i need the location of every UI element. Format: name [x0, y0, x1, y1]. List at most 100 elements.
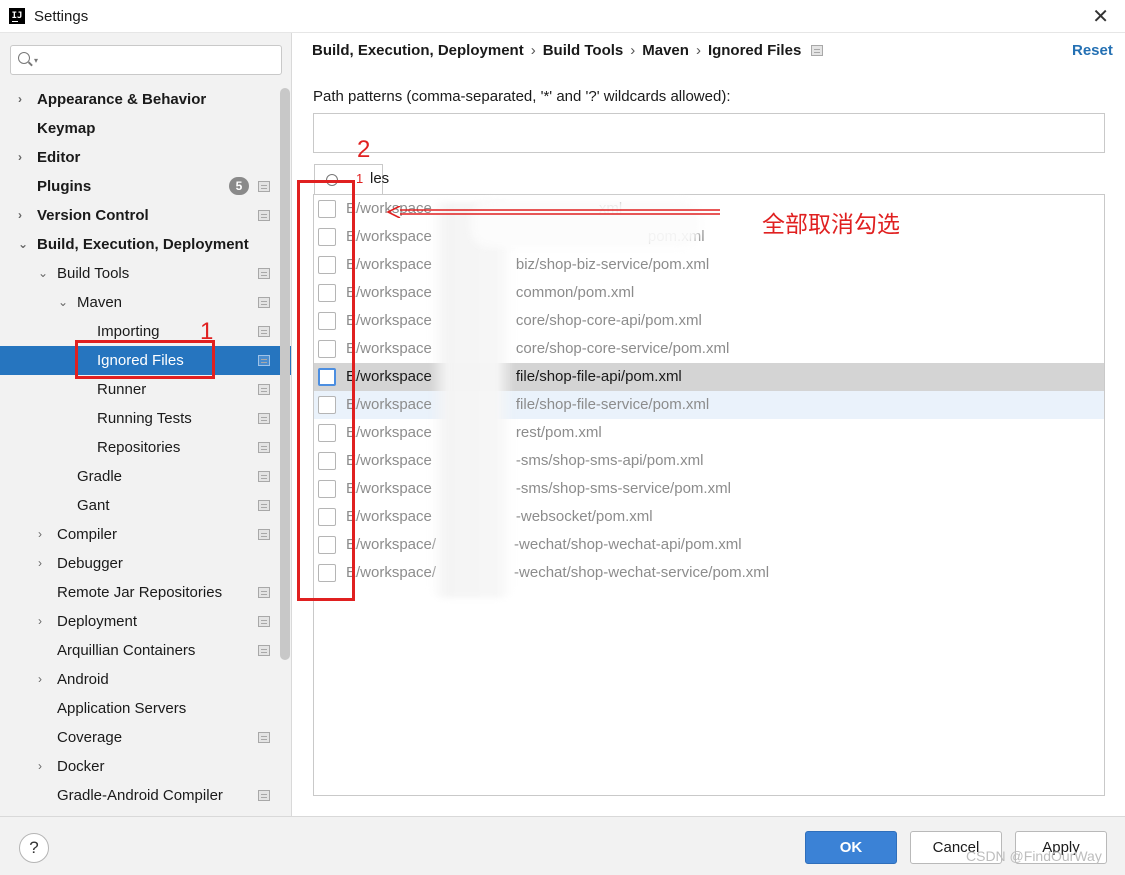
file-path-prefix: E/workspace	[346, 396, 432, 413]
sidebar-item[interactable]: Running Tests	[0, 404, 291, 433]
sidebar-item[interactable]: › Appearance & Behavior	[0, 85, 291, 114]
chevron-right-icon[interactable]: ›	[18, 201, 22, 230]
sidebar-item-label: Gradle	[77, 468, 123, 485]
file-path: E/workspace core/shop-core-api/pom.xml	[346, 307, 702, 335]
chevron-right-icon[interactable]: ›	[18, 143, 22, 172]
sidebar-item[interactable]: › Version Control	[0, 201, 291, 230]
file-path-suffix: rest/pom.xml	[515, 424, 602, 441]
sidebar-item-label: Build, Execution, Deployment	[37, 236, 249, 253]
chevron-right-icon[interactable]: ›	[38, 665, 42, 694]
chevron-down-icon: ▾	[34, 56, 39, 65]
chevron-right-icon[interactable]: ›	[38, 752, 42, 781]
breadcrumb-item: Maven	[642, 42, 689, 59]
chevron-down-icon[interactable]: ⌄	[38, 259, 48, 288]
project-settings-icon	[258, 210, 270, 221]
annotation-note: 全部取消勾选	[762, 212, 900, 238]
chevron-right-icon[interactable]: ›	[18, 85, 22, 114]
project-settings-icon	[258, 529, 270, 540]
file-path-prefix: E/workspace	[346, 340, 432, 357]
sidebar-item[interactable]: Repositories	[0, 433, 291, 462]
sidebar-item[interactable]: Gradle	[0, 462, 291, 491]
sidebar-item-label: Remote Jar Repositories	[57, 584, 223, 601]
chevron-right-icon[interactable]: ›	[38, 520, 42, 549]
sidebar-item-label: Plugins	[37, 178, 92, 195]
sidebar-item[interactable]: Coverage	[0, 723, 291, 752]
annotation-number-1: 1	[200, 318, 214, 345]
sidebar-item-label: Compiler	[57, 526, 118, 543]
sidebar-item[interactable]: Application Servers	[0, 694, 291, 723]
sidebar-item-label: Keymap	[37, 120, 96, 137]
annotation-small-number: 1	[356, 171, 364, 186]
file-path: E/workspace/ -wechat/shop-wechat-service/…	[346, 559, 769, 587]
reset-link[interactable]: Reset	[1072, 42, 1113, 59]
chevron-down-icon[interactable]: ⌄	[18, 230, 28, 259]
file-path-prefix: E/workspace	[346, 452, 432, 469]
breadcrumb-separator: ›	[695, 42, 701, 59]
file-path-prefix: E/workspace	[346, 368, 432, 385]
sidebar-item[interactable]: › Editor	[0, 143, 291, 172]
search-icon	[18, 52, 30, 64]
sidebar-item[interactable]: Runner	[0, 375, 291, 404]
sidebar-item[interactable]: ⌄ Build, Execution, Deployment	[0, 230, 291, 259]
breadcrumb-item: Build Tools	[542, 42, 624, 59]
file-path-suffix: -websocket/pom.xml	[515, 508, 653, 525]
file-path-prefix: E/workspace	[346, 480, 432, 497]
annotation-arrow	[386, 206, 720, 218]
sidebar-item-label: Debugger	[57, 555, 123, 572]
sidebar-item-label: Gant	[77, 497, 110, 514]
file-path-prefix: E/workspace	[346, 424, 432, 441]
sidebar-item-label: Deployment	[57, 613, 138, 630]
chevron-down-icon[interactable]: ⌄	[58, 288, 68, 317]
sidebar-item-label: Appearance & Behavior	[37, 91, 207, 108]
file-path-prefix: E/workspace	[346, 284, 432, 301]
file-path-suffix: -wechat/shop-wechat-service/pom.xml	[514, 564, 770, 581]
chevron-right-icon[interactable]: ›	[38, 549, 42, 578]
annotation-number-2: 2	[357, 136, 371, 163]
sidebar-item[interactable]: ⌄ Maven	[0, 288, 291, 317]
sidebar-item-label: Docker	[57, 758, 105, 775]
sidebar-item[interactable]: Arquillian Containers	[0, 636, 291, 665]
path-patterns-input[interactable]	[313, 113, 1105, 153]
chevron-right-icon[interactable]: ›	[38, 607, 42, 636]
sidebar-item-label: Application Servers	[57, 700, 187, 717]
settings-search-input[interactable]: ▾	[10, 45, 282, 75]
sidebar-item-label: Version Control	[37, 207, 149, 224]
close-icon[interactable]: ✕	[1092, 4, 1109, 29]
watermark: CSDN @FindOurWay	[966, 848, 1102, 864]
breadcrumb-item: Ignored Files	[707, 42, 802, 59]
project-settings-icon	[258, 732, 270, 743]
sidebar-item[interactable]: › Compiler	[0, 520, 291, 549]
file-path: E/workspace biz/shop-biz-service/pom.xml	[346, 251, 709, 279]
sidebar-item[interactable]: Remote Jar Repositories	[0, 578, 291, 607]
sidebar-item[interactable]: › Debugger	[0, 549, 291, 578]
update-count-badge: 5	[229, 177, 249, 195]
sidebar-item-label: Runner	[97, 381, 147, 398]
file-path: E/workspace/ -wechat/shop-wechat-api/pom.…	[346, 531, 742, 559]
sidebar-item-label: Coverage	[57, 729, 123, 746]
sidebar-item[interactable]: Keymap	[0, 114, 291, 143]
sidebar-scrollbar[interactable]	[280, 88, 290, 660]
breadcrumb-separator: ›	[530, 42, 536, 59]
sidebar-item-label: Maven	[77, 294, 123, 311]
file-path-prefix: E/workspace	[346, 228, 432, 245]
file-path: E/workspace core/shop-core-service/pom.xm…	[346, 335, 729, 363]
sidebar-item[interactable]: › Android	[0, 665, 291, 694]
sidebar-item[interactable]: Gradle-Android Compiler	[0, 781, 291, 810]
title-bar: IJ Settings ✕	[0, 0, 1125, 33]
file-path-suffix: core/shop-core-service/pom.xml	[515, 340, 730, 357]
sidebar-item[interactable]: Gant	[0, 491, 291, 520]
sidebar-item[interactable]: Plugins 5	[0, 172, 291, 201]
file-path-suffix: core/shop-core-api/pom.xml	[515, 312, 702, 329]
file-path: E/workspace -sms/shop-sms-service/pom.xml	[346, 475, 731, 503]
help-button[interactable]: ?	[19, 833, 49, 863]
sidebar-item[interactable]: › Deployment	[0, 607, 291, 636]
ok-button[interactable]: OK	[805, 831, 897, 864]
file-path: E/workspace file/shop-file-service/pom.xm…	[346, 391, 709, 419]
sidebar-item-label: Arquillian Containers	[57, 642, 196, 659]
project-settings-icon	[258, 297, 270, 308]
sidebar-item[interactable]: › Docker	[0, 752, 291, 781]
project-settings-icon	[258, 326, 270, 337]
sidebar-item[interactable]: ⌄ Build Tools	[0, 259, 291, 288]
redaction-blur	[430, 202, 514, 598]
file-path-prefix: E/workspace/	[346, 536, 437, 553]
